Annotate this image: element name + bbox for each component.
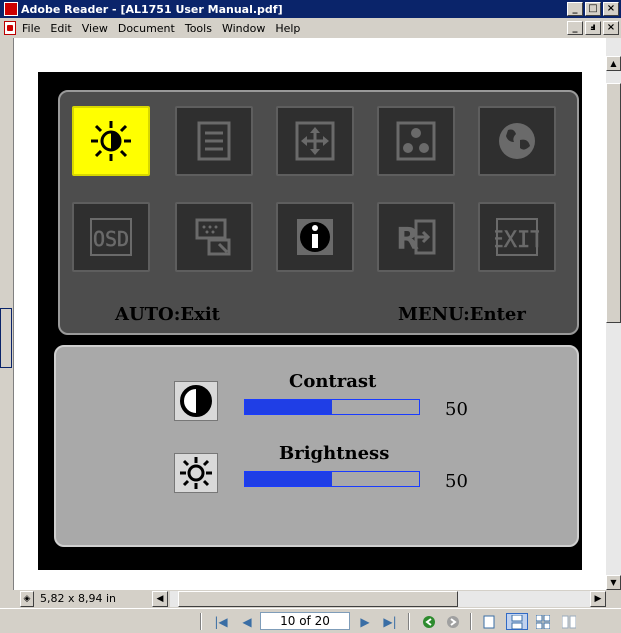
contrast-bar <box>244 399 420 415</box>
pane-splitter[interactable] <box>0 308 12 368</box>
scroll-left-arrow-icon[interactable]: ◀ <box>152 591 168 607</box>
osd-adjustment-panel: Contrast 50 Brightness 50 <box>54 345 579 547</box>
vertical-scrollbar[interactable]: ▲ ▼ <box>606 38 621 590</box>
previous-page-icon[interactable]: ◀ <box>238 613 256 630</box>
divider <box>470 613 472 630</box>
go-forward-icon[interactable] <box>444 613 462 630</box>
facing-pages-icon[interactable] <box>534 613 552 630</box>
brightness-icon <box>72 106 150 176</box>
osd-settings-icon: OSD <box>72 202 150 272</box>
go-back-icon[interactable] <box>420 613 438 630</box>
doc-minimize-button[interactable]: _ <box>567 21 583 35</box>
navigation-pane-collapsed[interactable] <box>0 38 14 590</box>
exit-icon: EXIT <box>478 202 556 272</box>
svg-text:EXIT: EXIT <box>495 228 539 253</box>
divider <box>408 613 410 630</box>
brightness-label: Brightness <box>279 443 390 464</box>
continuous-facing-icon[interactable] <box>560 613 578 630</box>
menu-bar: File Edit View Document Tools Window Hel… <box>0 18 621 38</box>
position-icon <box>276 106 354 176</box>
document-page: OSD R EXIT AUTO:Exit MENU:Enter Contrast… <box>14 38 606 590</box>
close-button[interactable]: × <box>603 2 619 16</box>
title-bar: Adobe Reader - [AL1751 User Manual.pdf] … <box>0 0 621 18</box>
page-navigation-bar: |◀ ◀ 10 of 20 ▶ ▶| <box>0 608 621 633</box>
menu-document[interactable]: Document <box>118 22 175 35</box>
scroll-corner <box>606 590 621 608</box>
document-workspace: OSD R EXIT AUTO:Exit MENU:Enter Contrast… <box>0 38 621 590</box>
scroll-down-arrow-icon[interactable]: ▼ <box>606 575 621 590</box>
status-bar: ◈ 5,82 x 8,94 in ◀ ▶ <box>0 590 606 608</box>
menu-file[interactable]: File <box>22 22 40 35</box>
menu-window[interactable]: Window <box>222 22 265 35</box>
window-title: Adobe Reader - [AL1751 User Manual.pdf] <box>21 2 283 16</box>
menu-view[interactable]: View <box>82 22 108 35</box>
input-select-icon <box>175 202 253 272</box>
reset-icon: R <box>377 202 455 272</box>
picture-icon <box>175 106 253 176</box>
brightness-bar-fill <box>245 472 332 486</box>
brightness-bar <box>244 471 420 487</box>
horizontal-scroll-thumb[interactable] <box>178 591 458 607</box>
maximize-button[interactable]: □ <box>585 2 601 16</box>
menu-edit[interactable]: Edit <box>50 22 71 35</box>
information-icon <box>276 202 354 272</box>
continuous-page-icon[interactable] <box>506 613 528 630</box>
contrast-value: 50 <box>445 399 468 420</box>
single-page-icon[interactable] <box>480 613 498 630</box>
doc-close-button[interactable]: × <box>603 21 619 35</box>
page-size-readout: 5,82 x 8,94 in <box>40 592 117 605</box>
next-page-icon[interactable]: ▶ <box>356 613 374 630</box>
scroll-up-arrow-icon[interactable]: ▲ <box>606 56 621 71</box>
menu-tools[interactable]: Tools <box>185 22 212 35</box>
page-size-icon: ◈ <box>20 591 34 607</box>
minimize-button[interactable]: _ <box>567 2 583 16</box>
divider <box>200 613 202 630</box>
contrast-bar-fill <box>245 400 332 414</box>
osd-menu-figure: OSD R EXIT AUTO:Exit MENU:Enter Contrast… <box>38 72 582 570</box>
brightness-value: 50 <box>445 471 468 492</box>
vertical-scroll-thumb[interactable] <box>606 83 621 323</box>
menu-help[interactable]: Help <box>275 22 300 35</box>
osd-main-menu-panel: OSD R EXIT AUTO:Exit MENU:Enter <box>58 90 579 335</box>
first-page-icon[interactable]: |◀ <box>212 613 230 630</box>
last-page-icon[interactable]: ▶| <box>380 613 400 630</box>
scroll-right-arrow-icon[interactable]: ▶ <box>590 591 606 607</box>
auto-exit-hint: AUTO:Exit <box>115 304 220 325</box>
brightness-small-icon <box>174 453 218 493</box>
page-number-input[interactable]: 10 of 20 <box>260 612 350 630</box>
doc-restore-button[interactable]: ⅎ <box>585 21 601 35</box>
adobe-reader-icon <box>4 2 18 16</box>
svg-text:OSD: OSD <box>93 227 129 251</box>
contrast-label: Contrast <box>289 371 377 392</box>
pdf-document-icon[interactable] <box>4 21 16 35</box>
menu-enter-hint: MENU:Enter <box>398 304 526 325</box>
contrast-icon <box>174 381 218 421</box>
color-icon <box>377 106 455 176</box>
language-icon <box>478 106 556 176</box>
